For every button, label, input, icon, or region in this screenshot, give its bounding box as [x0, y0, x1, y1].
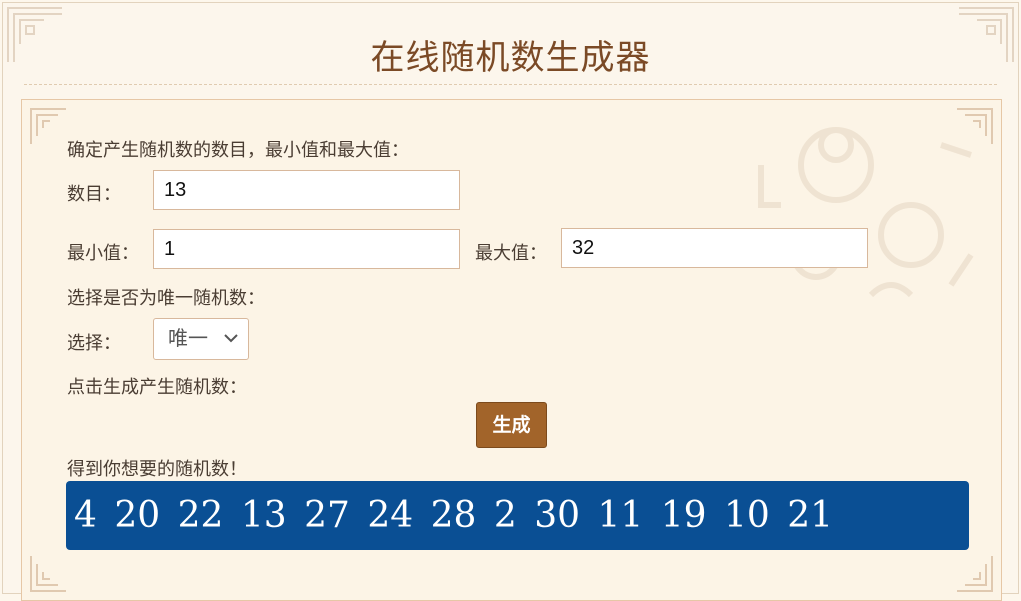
unique-select-value: 唯一: [168, 326, 208, 350]
min-label: 最小值：: [67, 243, 139, 264]
generate-button[interactable]: 生成: [476, 402, 547, 448]
select-label: 选择：: [67, 333, 121, 354]
page-title: 在线随机数生成器: [370, 38, 651, 78]
unique-select[interactable]: 唯一: [153, 318, 249, 360]
title-divider: [24, 84, 997, 85]
count-label: 数目：: [67, 184, 121, 205]
instruction-text: 确定产生随机数的数目，最小值和最大值：: [67, 140, 409, 161]
result-label: 得到你想要的随机数！: [67, 459, 247, 480]
chevron-down-icon: [224, 319, 238, 357]
max-label: 最大值：: [475, 243, 547, 264]
ornament-corner-icon: [28, 554, 68, 594]
ornament-corner-icon: [28, 106, 68, 146]
numbers-watermark: [741, 105, 991, 335]
generate-prompt: 点击生成产生随机数：: [67, 377, 247, 398]
unique-prompt: 选择是否为唯一随机数：: [67, 288, 265, 309]
result-numbers: 4 20 22 13 27 24 28 2 30 11 19 10 21: [74, 495, 834, 536]
result-box: 4 20 22 13 27 24 28 2 30 11 19 10 21: [66, 481, 969, 550]
count-input[interactable]: 13: [153, 170, 460, 210]
min-input[interactable]: 1: [153, 229, 460, 269]
max-input[interactable]: 32: [561, 228, 868, 268]
ornament-corner-icon: [955, 554, 995, 594]
